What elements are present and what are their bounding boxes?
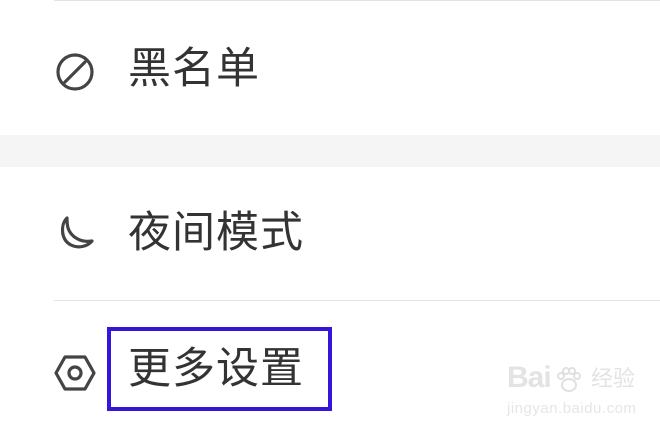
- moon-icon: [54, 212, 96, 254]
- watermark-suffix: 经验: [591, 366, 636, 391]
- settings-item-night-mode[interactable]: 夜间模式: [0, 167, 660, 300]
- section-separator: [0, 135, 660, 167]
- settings-item-blacklist[interactable]: 黑名单: [0, 1, 660, 135]
- paw-icon: [555, 366, 583, 394]
- watermark-url: jingyan.baidu.com: [507, 400, 637, 417]
- hexagon-settings-icon: [54, 352, 96, 394]
- settings-item-label: 黑名单: [128, 44, 260, 94]
- block-icon: [54, 51, 96, 93]
- highlight-annotation-box: [107, 327, 332, 411]
- settings-screen: 黑名单 夜间模式 更多设置 Bai 经验 jingyan.baidu.com: [0, 0, 660, 436]
- watermark-logo: Bai: [507, 361, 552, 394]
- baidu-jingyan-watermark: Bai 经验 jingyan.baidu.com: [505, 360, 655, 426]
- settings-item-label: 夜间模式: [128, 208, 304, 258]
